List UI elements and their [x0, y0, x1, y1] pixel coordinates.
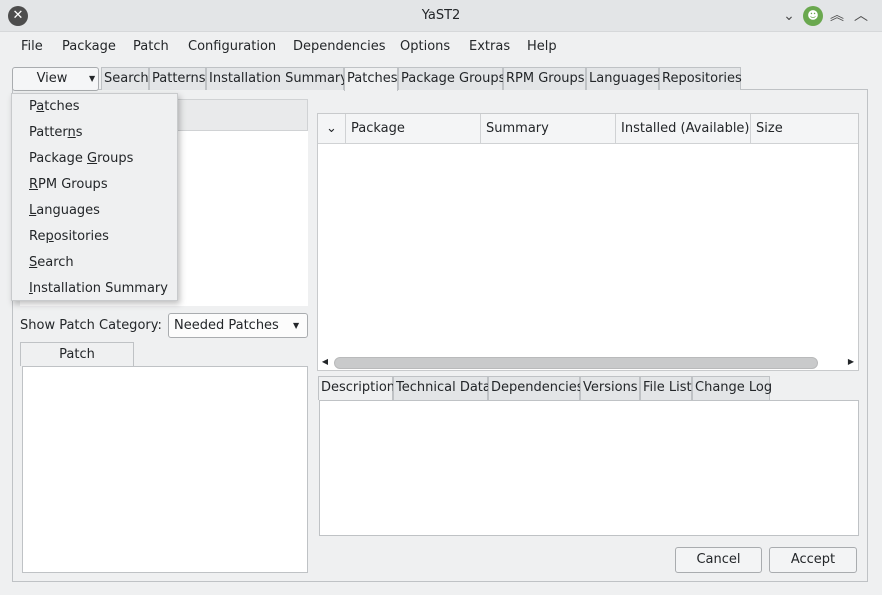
- tab-file-list[interactable]: File List: [640, 376, 692, 400]
- view-menu-package-groups[interactable]: Package Groups: [12, 146, 177, 172]
- view-button-label: View: [36, 71, 68, 86]
- patch-category-select[interactable]: Needed Patches ▼: [168, 313, 308, 338]
- mnemonic-key: n: [67, 125, 76, 140]
- view-menu-patches[interactable]: Patches: [12, 94, 177, 120]
- tab-patch-description[interactable]: Patch Description: [20, 342, 134, 385]
- sort-chevron-icon[interactable]: ⌄: [318, 114, 346, 144]
- scroll-right-icon[interactable]: ▶: [844, 354, 858, 370]
- tab-versions[interactable]: Versions: [580, 376, 640, 400]
- view-menu-repositories[interactable]: Repositories: [12, 224, 177, 250]
- patch-description-text: [22, 366, 308, 573]
- horizontal-scrollbar[interactable]: ◀ ▶: [318, 354, 858, 370]
- mnemonic-post: nstallation Summary: [32, 281, 168, 296]
- mnemonic-pre: Re: [29, 229, 46, 244]
- detail-view: [319, 400, 859, 536]
- cancel-button[interactable]: Cancel: [675, 547, 762, 573]
- mnemonic-post: s: [75, 125, 83, 140]
- view-menu-rpm-groups[interactable]: RPM Groups: [12, 172, 177, 198]
- column-package[interactable]: Package: [346, 114, 481, 144]
- mnemonic-key: p: [45, 229, 54, 244]
- view-menu-search[interactable]: Search: [12, 250, 177, 276]
- mnemonic-key: G: [87, 151, 98, 166]
- mnemonic-pre: Patter: [29, 125, 68, 140]
- tab-package-groups[interactable]: Package Groups: [398, 67, 505, 90]
- tab-patches[interactable]: Patches: [344, 67, 398, 91]
- mnemonic-post: ositories: [53, 229, 109, 244]
- column-size[interactable]: Size: [751, 114, 858, 144]
- mnemonic-post: roups: [97, 151, 134, 166]
- mnemonic-pre: Package: [29, 151, 88, 166]
- menu-options[interactable]: Options: [400, 33, 450, 61]
- tab-patterns[interactable]: Patterns: [149, 67, 206, 90]
- tab-installation-summary[interactable]: Installation Summary: [206, 67, 348, 90]
- menu-patch[interactable]: Patch: [133, 33, 169, 61]
- menu-dependencies[interactable]: Dependencies: [293, 33, 386, 61]
- view-menu-patterns[interactable]: Patterns: [12, 120, 177, 146]
- tab-rpm-groups[interactable]: RPM Groups: [503, 67, 586, 90]
- mnemonic-post: anguages: [36, 203, 100, 218]
- scroll-left-icon[interactable]: ◀: [318, 354, 332, 370]
- column-summary[interactable]: Summary: [481, 114, 616, 144]
- tab-technical-data[interactable]: Technical Data: [393, 376, 491, 400]
- patch-category-value: Needed Patches: [174, 318, 279, 333]
- package-table[interactable]: ⌄ Package Summary Installed (Available) …: [317, 113, 859, 371]
- tab-description[interactable]: Description: [318, 376, 395, 400]
- window-title: YaST2: [421, 8, 461, 23]
- tab-repositories[interactable]: Repositories: [659, 67, 742, 90]
- view-button[interactable]: View ▼: [12, 67, 99, 91]
- mnemonic-post: earch: [37, 255, 74, 270]
- app-icon: ☻: [803, 6, 823, 26]
- column-installed[interactable]: Installed (Available): [616, 114, 751, 144]
- menu-configuration[interactable]: Configuration: [188, 33, 276, 61]
- tab-change-log[interactable]: Change Log: [692, 376, 772, 400]
- keep-above-icon[interactable]: ︽: [828, 6, 846, 26]
- view-menu-languages[interactable]: Languages: [12, 198, 177, 224]
- view-menu-installation-summary[interactable]: Installation Summary: [12, 276, 177, 302]
- mnemonic-post: PM Groups: [38, 177, 108, 192]
- menu-package[interactable]: Package: [62, 33, 116, 61]
- accept-button[interactable]: Accept: [769, 547, 857, 573]
- menu-bar: File Package Patch Configuration Depende…: [0, 33, 882, 61]
- tab-dependencies[interactable]: Dependencies: [488, 376, 584, 400]
- maximize-icon[interactable]: ︿: [852, 6, 870, 26]
- view-menu: Patches Patterns Package Groups RPM Grou…: [11, 93, 178, 301]
- tab-languages[interactable]: Languages: [586, 67, 660, 90]
- tab-search[interactable]: Search: [101, 67, 149, 90]
- dropdown-arrow-icon: ▼: [89, 74, 96, 83]
- chevron-down-icon: ▼: [293, 321, 300, 330]
- menu-file[interactable]: File: [21, 33, 43, 61]
- mnemonic-post: tches: [44, 99, 80, 114]
- package-table-header: ⌄ Package Summary Installed (Available) …: [318, 114, 858, 144]
- scrollbar-thumb[interactable]: [334, 357, 818, 369]
- patch-category-label: Show Patch Category:: [20, 318, 162, 333]
- menu-extras[interactable]: Extras: [469, 33, 510, 61]
- mnemonic-key: R: [29, 177, 39, 192]
- minimize-icon[interactable]: ⌄: [780, 6, 798, 26]
- menu-help[interactable]: Help: [527, 33, 557, 61]
